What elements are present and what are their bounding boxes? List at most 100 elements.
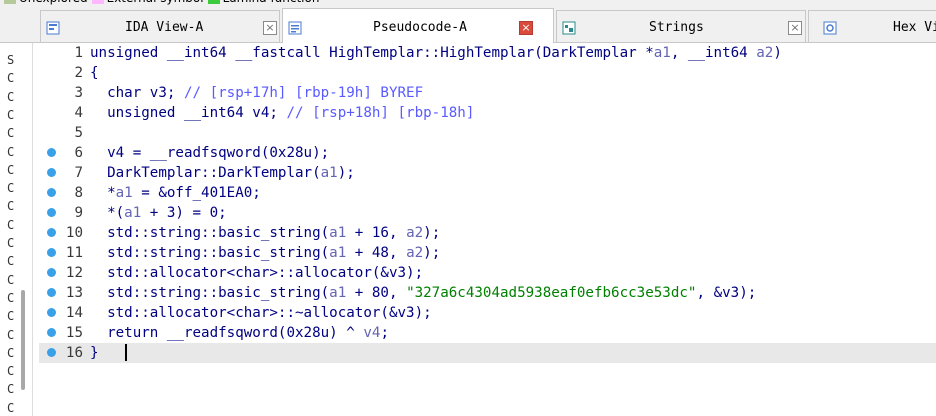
code-token: + 3) = 0; [141, 205, 227, 221]
code-line[interactable]: 9 *(a1 + 3) = 0; [39, 203, 936, 223]
tab-pseudocode[interactable]: Pseudocode-A × [282, 8, 554, 44]
code-token: { [90, 65, 99, 81]
breakpoint-dot-icon[interactable] [47, 228, 56, 237]
code-line[interactable]: 16} [39, 343, 936, 363]
code-line[interactable]: 5 [39, 123, 936, 143]
line-number: 5 [74, 125, 83, 141]
pseudocode-icon [288, 20, 302, 35]
breakpoint-dot-icon[interactable] [47, 348, 56, 357]
scrollbar-thumb[interactable] [21, 290, 25, 390]
function-list-letter: S [7, 53, 15, 67]
code-token: std::allocator<char>::~allocator(&v3); [90, 305, 432, 321]
line-number: 7 [74, 165, 83, 181]
tab-bar: IDA View-A × Pseudocode-A × Strings × He… [0, 6, 936, 44]
code-token: a1 [653, 45, 671, 61]
code-token: "327a6c4304ad5938eaf0efb6cc3e53dc" [406, 285, 697, 301]
code-line[interactable]: 12 std::allocator<char>::allocator(&v3); [39, 263, 936, 283]
code-token: ; [380, 325, 389, 341]
function-list-letter: C [7, 89, 15, 104]
breakpoint-dot-icon[interactable] [47, 168, 56, 177]
tab-hex-view[interactable]: Hex Vi [808, 10, 936, 42]
function-list-letter: C [7, 290, 15, 305]
breakpoint-dot-icon[interactable] [47, 248, 56, 257]
code-token: std::allocator<char>::allocator(&v3); [90, 265, 424, 281]
code-token: * [90, 185, 116, 201]
function-list-letter: C [7, 199, 15, 214]
line-number: 8 [74, 185, 83, 201]
close-icon[interactable]: × [788, 21, 802, 35]
code-line[interactable]: 14 std::allocator<char>::~allocator(&v3)… [39, 303, 936, 323]
code-token: a2 [406, 245, 424, 261]
breakpoint-dot-icon[interactable] [47, 268, 56, 277]
code-token: a1 [329, 225, 347, 241]
breakpoint-dot-icon[interactable] [47, 288, 56, 297]
function-list-letter: C [7, 162, 15, 177]
breakpoint-dot-icon[interactable] [47, 188, 56, 197]
code-token: return __readfsqword(0x28u) ^ [90, 325, 364, 341]
function-list-letter: C [7, 400, 15, 415]
code-text: unsigned __int64 v4; // [rsp+18h] [rbp-1… [90, 103, 474, 123]
code-text: v4 = __readfsqword(0x28u); [90, 143, 329, 163]
legend-swatch [207, 0, 220, 4]
line-number: 4 [74, 105, 83, 121]
code-token: char v3; [90, 85, 184, 101]
code-line[interactable]: 10 std::string::basic_string(a1 + 16, a2… [39, 223, 936, 243]
code-text: return __readfsqword(0x28u) ^ v4; [90, 323, 389, 343]
breakpoint-dot-icon[interactable] [47, 148, 56, 157]
code-text: char v3; // [rsp+17h] [rbp-19h] BYREF [90, 83, 423, 103]
code-text: std::allocator<char>::~allocator(&v3); [90, 303, 432, 323]
breakpoint-dot-icon[interactable] [47, 328, 56, 337]
code-line[interactable]: 13 std::string::basic_string(a1 + 80, "3… [39, 283, 936, 303]
legend-label: Unexplored [19, 0, 88, 5]
close-icon[interactable]: × [263, 21, 277, 35]
line-number: 15 [65, 325, 83, 341]
line-number: 6 [74, 145, 83, 161]
code-token: std::string::basic_string( [90, 245, 330, 261]
tab-strings[interactable]: Strings × [556, 10, 806, 42]
close-icon[interactable]: × [519, 21, 533, 35]
code-text: { [90, 63, 99, 83]
line-number: 9 [74, 205, 83, 221]
ida-view-icon [46, 20, 60, 35]
function-list-letter: C [7, 181, 15, 196]
tab-ida-view[interactable]: IDA View-A × [40, 10, 280, 42]
breakpoint-dot-icon[interactable] [47, 208, 56, 217]
legend-swatch [4, 0, 16, 4]
code-token: unsigned __int64 __fastcall HighTemplar:… [90, 45, 654, 61]
tab-label: Strings [649, 20, 704, 35]
code-token: a1 [329, 285, 347, 301]
code-token: , __int64 [670, 45, 757, 61]
code-line[interactable]: 3 char v3; // [rsp+17h] [rbp-19h] BYREF [39, 83, 936, 103]
code-token: // [rsp+18h] [rbp-18h] [286, 105, 475, 121]
code-token: a2 [406, 225, 424, 241]
breakpoint-dot-icon[interactable] [47, 308, 56, 317]
functions-list-strip: SCCCCCCCCCCCCCCCCCCC [0, 43, 33, 416]
function-list-letter: C [7, 236, 15, 250]
code-token: unsigned __int64 v4; [90, 105, 287, 121]
code-line[interactable]: 1 unsigned __int64 __fastcall HighTemplar… [39, 43, 936, 63]
code-line[interactable]: 8 *a1 = &off_401EA0; [39, 183, 936, 203]
code-text: DarkTemplar::DarkTemplar(a1); [90, 163, 355, 183]
code-line[interactable]: 4 unsigned __int64 v4; // [rsp+18h] [rbp… [39, 103, 936, 123]
code-line[interactable]: 2{ [39, 63, 936, 83]
function-list-letter: C [7, 217, 15, 232]
code-token: *( [90, 205, 125, 221]
code-token: + 48, [346, 245, 407, 261]
code-line[interactable]: 6 v4 = __readfsqword(0x28u); [39, 143, 936, 163]
code-text: *(a1 + 3) = 0; [90, 203, 227, 223]
code-line[interactable]: 15 return __readfsqword(0x28u) ^ v4; [39, 323, 936, 343]
code-token: ); [423, 225, 441, 241]
legend-items: Unexplored External symbol Lumina function [0, 0, 319, 5]
pseudocode-editor[interactable]: 1 unsigned __int64 __fastcall HighTemplar… [39, 43, 936, 416]
function-list-letter: C [7, 144, 15, 159]
strings-icon [562, 20, 576, 35]
function-list-letter: C [7, 327, 15, 342]
code-token: std::string::basic_string( [90, 285, 330, 301]
line-number: 1 [74, 45, 83, 61]
function-list-letter: C [7, 126, 15, 141]
code-token: std::string::basic_string( [90, 225, 330, 241]
code-token: a1 [124, 205, 142, 221]
code-line[interactable]: 11 std::string::basic_string(a1 + 48, a2… [39, 243, 936, 263]
code-line[interactable]: 7 DarkTemplar::DarkTemplar(a1); [39, 163, 936, 183]
code-token: = &off_401EA0; [132, 185, 261, 201]
